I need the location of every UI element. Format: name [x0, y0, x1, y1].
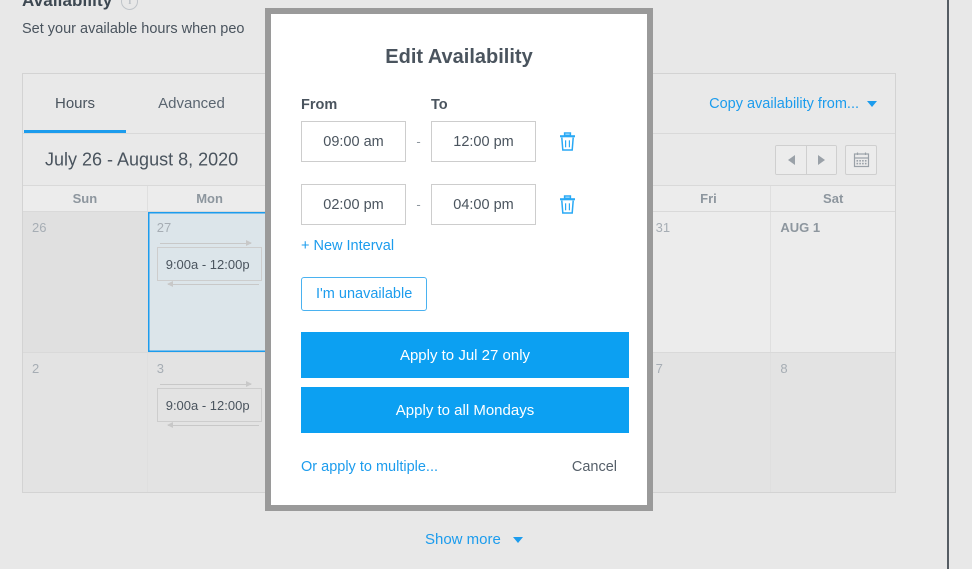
resize-handle-bottom-icon [166, 281, 260, 287]
chevron-right-icon [818, 154, 825, 165]
day-cell[interactable]: 31 [645, 212, 771, 352]
day-number: 3 [156, 361, 164, 376]
delete-interval-button[interactable] [559, 132, 576, 151]
day-number: AUG 1 [780, 220, 821, 235]
chevron-left-icon [787, 154, 795, 165]
availability-event[interactable]: 9:00a - 12:00p [156, 240, 263, 287]
info-icon[interactable]: i [121, 0, 139, 10]
dow-sun: Sun [72, 191, 98, 206]
dialog-body: Edit Availability From To 09:00 am - 12:… [271, 46, 647, 537]
page-header: Availability i [22, 0, 139, 11]
trash-icon [560, 195, 575, 214]
tab-advanced[interactable]: Advanced [126, 74, 257, 133]
dialog-title: Edit Availability [385, 46, 533, 68]
day-cell[interactable]: 26 [23, 212, 147, 352]
window-right-gutter [949, 0, 972, 569]
apply-to-multiple-link[interactable]: Or apply to multiple... [301, 459, 438, 475]
day-number: 27 [156, 220, 172, 235]
day-number: 8 [780, 361, 788, 376]
dow-sat: Sat [770, 186, 895, 211]
day-cell[interactable]: AUG 1 [770, 212, 896, 352]
chevron-down-icon [513, 536, 524, 543]
page-title: Availability [22, 0, 113, 10]
copy-availability-dropdown[interactable]: Copy availability from... [709, 96, 877, 112]
interval-to-input[interactable]: 12:00 pm [431, 121, 536, 162]
prev-next-button-pair [775, 144, 837, 175]
dow-mon: Mon [146, 186, 272, 211]
app-root: Availability i Set your available hours … [0, 0, 972, 569]
to-column-header: To [431, 97, 448, 113]
apply-to-all-weekdays-button[interactable]: Apply to all Mondays [301, 387, 629, 433]
day-number: 26 [32, 220, 47, 235]
resize-handle-bottom-icon [166, 422, 260, 428]
page-subtitle: Set your available hours when peo [22, 21, 245, 37]
day-number: 7 [655, 361, 663, 376]
chevron-down-icon [867, 100, 877, 107]
resize-handle-top-icon [159, 240, 253, 246]
from-column-header: From [301, 97, 338, 113]
availability-event[interactable]: 9:00a - 12:00p [156, 381, 263, 428]
edit-availability-dialog: Edit Availability From To 09:00 am - 12:… [265, 8, 653, 511]
availability-event-label: 9:00a - 12:00p [165, 256, 250, 272]
day-cell[interactable]: 27 9:00a - 12:00p [146, 212, 272, 352]
day-cell[interactable]: 3 9:00a - 12:00p [146, 353, 272, 492]
interval-separator: - [416, 134, 421, 149]
availability-event-label: 9:00a - 12:00p [165, 397, 250, 413]
resize-handle-top-icon [159, 381, 253, 387]
interval-from-input[interactable]: 09:00 am [301, 121, 406, 162]
dialog-footer: Or apply to multiple... Cancel [301, 459, 617, 475]
apply-to-single-day-button[interactable]: Apply to Jul 27 only [301, 332, 629, 378]
interval-row: 02:00 pm - 04:00 pm [301, 184, 617, 225]
interval-from-input[interactable]: 02:00 pm [301, 184, 406, 225]
day-cell[interactable]: 8 [770, 353, 896, 492]
dow-fri: Fri [645, 186, 771, 211]
cancel-button[interactable]: Cancel [572, 459, 617, 475]
interval-separator: - [416, 197, 421, 212]
trash-icon [560, 132, 575, 151]
prev-period-button[interactable] [776, 145, 806, 174]
interval-to-input[interactable]: 04:00 pm [431, 184, 536, 225]
day-cell[interactable]: 7 [645, 353, 771, 492]
next-period-button[interactable] [806, 145, 836, 174]
im-unavailable-button[interactable]: I'm unavailable [301, 277, 428, 311]
new-interval-button[interactable]: + New Interval [301, 238, 394, 254]
copy-availability-label: Copy availability from... [709, 95, 859, 112]
date-picker-button[interactable] [845, 144, 877, 175]
delete-interval-button[interactable] [559, 195, 576, 214]
interval-column-headers: From To [301, 97, 617, 113]
day-number: 31 [655, 220, 671, 235]
interval-row: 09:00 am - 12:00 pm [301, 121, 617, 162]
day-cell[interactable]: 2 [23, 353, 147, 492]
day-number: 2 [32, 361, 40, 376]
calendar-nav-group [775, 144, 877, 175]
tab-hours[interactable]: Hours [24, 74, 126, 133]
date-range-label: July 26 - August 8, 2020 [45, 149, 239, 169]
calendar-icon [853, 152, 869, 168]
